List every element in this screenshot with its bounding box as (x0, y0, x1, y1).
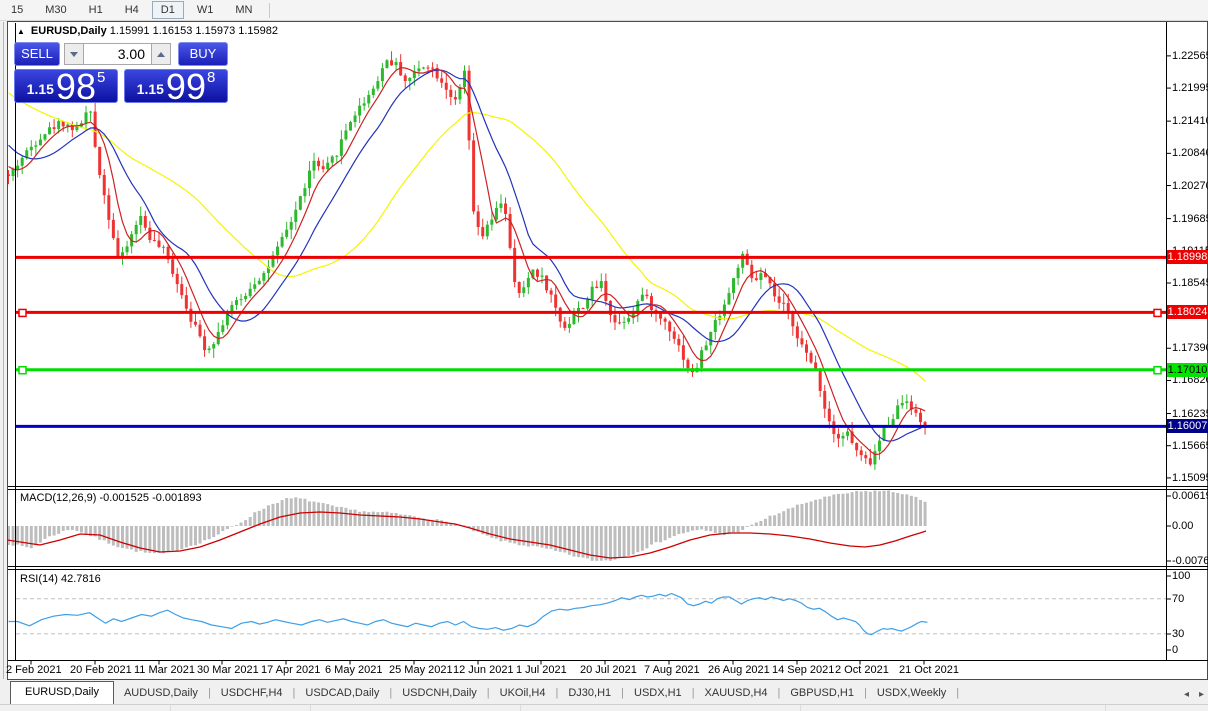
tab-separator: | (956, 687, 959, 704)
date-tick-label: 21 Oct 2021 (899, 664, 959, 676)
rsi-tick-label: 30 (1172, 628, 1184, 640)
price-tick-label: 1.16235 (1172, 408, 1208, 420)
date-tick-label: 7 Aug 2021 (644, 664, 700, 676)
price-tick-label: 1.21995 (1172, 82, 1208, 94)
chart-tab-USDX,H1[interactable]: USDX,H1 (624, 683, 692, 704)
chart-tab-XAUUSD,H4[interactable]: XAUUSD,H4 (695, 683, 778, 704)
date-tick-label: 1 Jul 2021 (516, 664, 567, 676)
chart-tab-AUDUSD,Daily[interactable]: AUDUSD,Daily (114, 683, 208, 704)
rsi-tick-label: 0 (1172, 644, 1178, 656)
rsi-tick-label: 70 (1172, 593, 1184, 605)
price-tick-label: 1.15095 (1172, 472, 1208, 484)
chart-symbol-period: EURUSD,Daily (31, 25, 107, 37)
date-tick-label: 25 May 2021 (389, 664, 453, 676)
time-scale[interactable]: 2 Feb 2021 20 Feb 202111 Mar 202130 Mar 2… (8, 663, 1166, 679)
window-frame-line (3, 22, 4, 679)
timeframe-button-H1[interactable]: H1 (80, 1, 112, 19)
sell-price-display[interactable]: 1.15 98 5 (14, 69, 118, 103)
date-tick-label: 2 Feb 2021 (6, 664, 62, 676)
price-tick-label: 1.19685 (1172, 213, 1208, 225)
timeframe-button-15[interactable]: 15 (2, 1, 32, 19)
statusbar-separator (800, 705, 801, 711)
date-tick-label: 12 Jun 2021 (453, 664, 514, 676)
chart-tab-UKOil,H4[interactable]: UKOil,H4 (490, 683, 556, 704)
date-tick-label: 11 Mar 2021 (134, 664, 195, 676)
price-scale[interactable]: 1.22565 1.21995 1.21410 1.20840 1.20270 1.196… (1171, 22, 1208, 661)
arrow-down-icon (70, 52, 78, 57)
date-tick-label: 17 Apr 2021 (261, 664, 320, 676)
chart-window (7, 21, 1208, 680)
price-tick-label: 1.22565 (1172, 50, 1208, 62)
price-badge-1.18024: 1.18024 (1167, 305, 1208, 319)
statusbar-separator (310, 705, 311, 711)
price-tick-label: 1.20270 (1172, 180, 1208, 192)
date-tick-label: 6 May 2021 (325, 664, 382, 676)
rsi-tick-label: 100 (1172, 570, 1190, 582)
volume-decrease-button[interactable] (64, 43, 84, 65)
toolbar-separator (269, 3, 270, 18)
bid-price-sup: 5 (97, 69, 105, 86)
statusbar-separator (520, 705, 521, 711)
arrow-up-icon (157, 52, 165, 57)
macd-tick-label: 0.006193 (1172, 490, 1208, 502)
status-bar (0, 704, 1208, 711)
timeframe-button-MN[interactable]: MN (226, 1, 261, 19)
price-badge-1.16007: 1.16007 (1167, 419, 1208, 433)
date-tick-label: 26 Aug 2021 (708, 664, 770, 676)
chart-tab-USDX,Weekly[interactable]: USDX,Weekly (867, 683, 956, 704)
price-tick-label: 1.20840 (1172, 147, 1208, 159)
date-tick-label: 2 Oct 2021 (835, 664, 889, 676)
price-tick-label: 1.15665 (1172, 440, 1208, 452)
macd-tick-label: -0.00762 (1172, 555, 1208, 567)
collapse-panel-icon[interactable]: ▲ (17, 27, 25, 36)
timeframe-button-D1[interactable]: D1 (152, 1, 184, 19)
macd-indicator-label: MACD(12,26,9) -0.001525 -0.001893 (20, 492, 202, 504)
price-tick-label: 1.17390 (1172, 342, 1208, 354)
rsi-indicator-label: RSI(14) 42.7816 (20, 573, 101, 585)
price-badge-1.17010: 1.17010 (1167, 363, 1208, 377)
volume-increase-button[interactable] (151, 43, 171, 65)
buy-price-display[interactable]: 1.15 99 8 (124, 69, 228, 103)
chart-tab-GBPUSD,H1[interactable]: GBPUSD,H1 (780, 683, 864, 704)
timeframe-button-W1[interactable]: W1 (188, 1, 223, 19)
volume-input[interactable] (84, 43, 151, 65)
price-tick-label: 1.21410 (1172, 115, 1208, 127)
chart-tab-USDCHF,H4[interactable]: USDCHF,H4 (211, 683, 293, 704)
one-click-trading-panel: SELL BUY 1.15 98 5 1.15 99 8 (14, 42, 228, 103)
ask-price-prefix: 1.15 (137, 81, 164, 97)
chart-tab-USDCNH,Daily[interactable]: USDCNH,Daily (392, 683, 487, 704)
ask-price-sup: 8 (207, 69, 215, 86)
timeframe-toolbar: 15M30 H1H4D1W1MN (0, 0, 1208, 21)
price-tick-label: 1.18545 (1172, 277, 1208, 289)
timeframe-button-M30[interactable]: M30 (36, 1, 75, 19)
chart-tab-EURUSD,Daily[interactable]: EURUSD,Daily (10, 681, 114, 704)
chart-tab-USDCAD,Daily[interactable]: USDCAD,Daily (295, 683, 389, 704)
chart-ohlc-values: 1.15991 1.16153 1.15973 1.15982 (110, 25, 278, 37)
tab-scroll-right-icon[interactable]: ▸ (1199, 689, 1204, 700)
chart-tab-bar: EURUSD,DailyAUDUSD,Daily|USDCHF,H4|USDCA… (0, 681, 1208, 704)
bid-price-prefix: 1.15 (27, 81, 54, 97)
chart-tab-DJ30,H1[interactable]: DJ30,H1 (558, 683, 621, 704)
date-tick-label: 14 Sep 2021 (772, 664, 834, 676)
macd-tick-label: 0.00 (1172, 520, 1193, 532)
date-tick-label: 20 Feb 2021 (70, 664, 132, 676)
ask-price-big: 99 (166, 72, 206, 102)
price-badge-1.18998: 1.18998 (1167, 250, 1208, 264)
date-tick-label: 20 Jul 2021 (580, 664, 637, 676)
mt4-screen: 15M30 H1H4D1W1MN ▲ EURUSD,Daily 1.15991 1.… (0, 0, 1208, 711)
timeframe-button-H4[interactable]: H4 (116, 1, 148, 19)
buy-button[interactable]: BUY (178, 42, 228, 66)
chart-title: ▲ EURUSD,Daily 1.15991 1.16153 1.15973 1.… (17, 25, 278, 37)
sell-button[interactable]: SELL (14, 42, 60, 66)
statusbar-separator (170, 705, 171, 711)
date-tick-label: 30 Mar 2021 (197, 664, 259, 676)
tab-scroll-left-icon[interactable]: ◂ (1184, 689, 1189, 700)
statusbar-separator (1105, 705, 1106, 711)
tab-scroll-controls: ◂▸ (1184, 689, 1204, 700)
bid-price-big: 98 (56, 72, 96, 102)
